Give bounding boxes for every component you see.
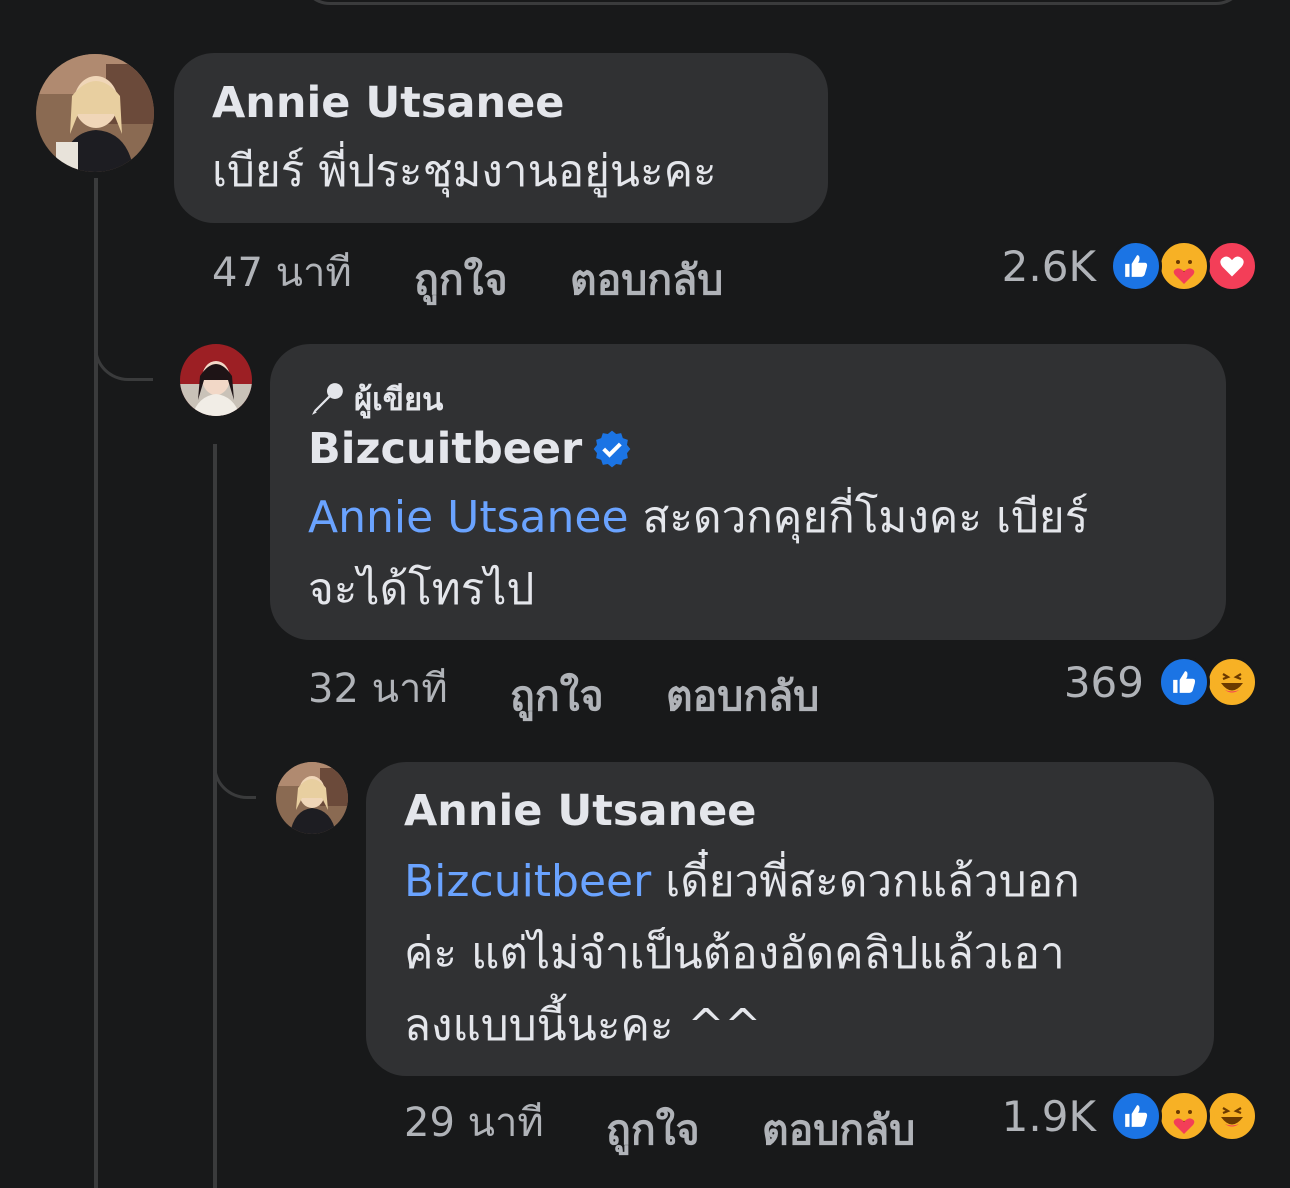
reply1-author-row: Bizcuitbeer <box>308 424 632 474</box>
thread-connector-reply2 <box>213 736 256 799</box>
reply2-text-line3: ลงแบบนี้นะคะ ^^ <box>404 1000 762 1051</box>
comment1-reply-button[interactable]: ตอบกลับ <box>570 248 723 313</box>
avatar-annie[interactable] <box>36 54 154 172</box>
like-icon <box>1158 656 1210 708</box>
reply2-text-line2: ค่ะ แต่ไม่จำเป็นต้องอัดคลิปแล้วเอา <box>404 928 1065 979</box>
reply2-text-line1: Bizcuitbeer เดี๋ยวพี่สะดวกแล้วบอก <box>404 848 1080 916</box>
author-badge-label: ผู้เขียน <box>354 382 444 418</box>
comment1-author[interactable]: Annie Utsanee <box>212 78 564 128</box>
comment1-like-button[interactable]: ถูกใจ <box>414 248 508 313</box>
reply2-text-part: เดี๋ยวพี่สะดวกแล้วบอก <box>651 856 1080 907</box>
love-icon <box>1206 240 1258 292</box>
verified-badge-icon <box>592 429 632 469</box>
reply1-author[interactable]: Bizcuitbeer <box>308 424 582 474</box>
reply1-text-line1: Annie Utsanee สะดวกคุยกี่โมงคะ เบียร์ <box>308 484 1088 552</box>
reply1-text-line2: จะได้โทรไป <box>308 564 535 615</box>
microphone-icon <box>308 380 346 418</box>
reply2-like-button[interactable]: ถูกใจ <box>606 1098 700 1163</box>
thread-connector-reply1 <box>94 320 153 381</box>
comment1-reaction-count[interactable]: 2.6K <box>960 242 1096 291</box>
reply1-reaction-count[interactable]: 369 <box>1000 658 1144 707</box>
mention-link[interactable]: Bizcuitbeer <box>404 856 651 907</box>
reply1-text-part: สะดวกคุยกี่โมงคะ เบียร์ <box>628 492 1089 543</box>
care-icon <box>1158 240 1210 292</box>
comment1-text: เบียร์ พี่ประชุมงานอยู่นะคะ <box>212 146 717 197</box>
like-icon <box>1110 1090 1162 1142</box>
haha-icon <box>1206 1090 1258 1142</box>
reply1-time[interactable]: 32 นาที <box>308 656 448 720</box>
reply2-time[interactable]: 29 นาที <box>404 1090 544 1154</box>
reply2-reply-button[interactable]: ตอบกลับ <box>762 1098 915 1163</box>
author-badge: ผู้เขียน <box>308 374 443 424</box>
care-icon <box>1158 1090 1210 1142</box>
reply2-author[interactable]: Annie Utsanee <box>404 786 756 836</box>
reply2-reaction-count[interactable]: 1.9K <box>960 1092 1096 1141</box>
mention-link[interactable]: Annie Utsanee <box>308 492 629 543</box>
reply1-like-button[interactable]: ถูกใจ <box>510 664 604 729</box>
previous-comment-edge <box>300 0 1246 5</box>
comment1-time[interactable]: 47 นาที <box>212 240 352 304</box>
haha-icon <box>1206 656 1258 708</box>
reply1-reply-button[interactable]: ตอบกลับ <box>666 664 819 729</box>
like-icon <box>1110 240 1162 292</box>
avatar-bizcuitbeer[interactable] <box>180 344 252 416</box>
thread-line-reply1 <box>213 444 217 1188</box>
avatar-annie-small[interactable] <box>276 762 348 834</box>
